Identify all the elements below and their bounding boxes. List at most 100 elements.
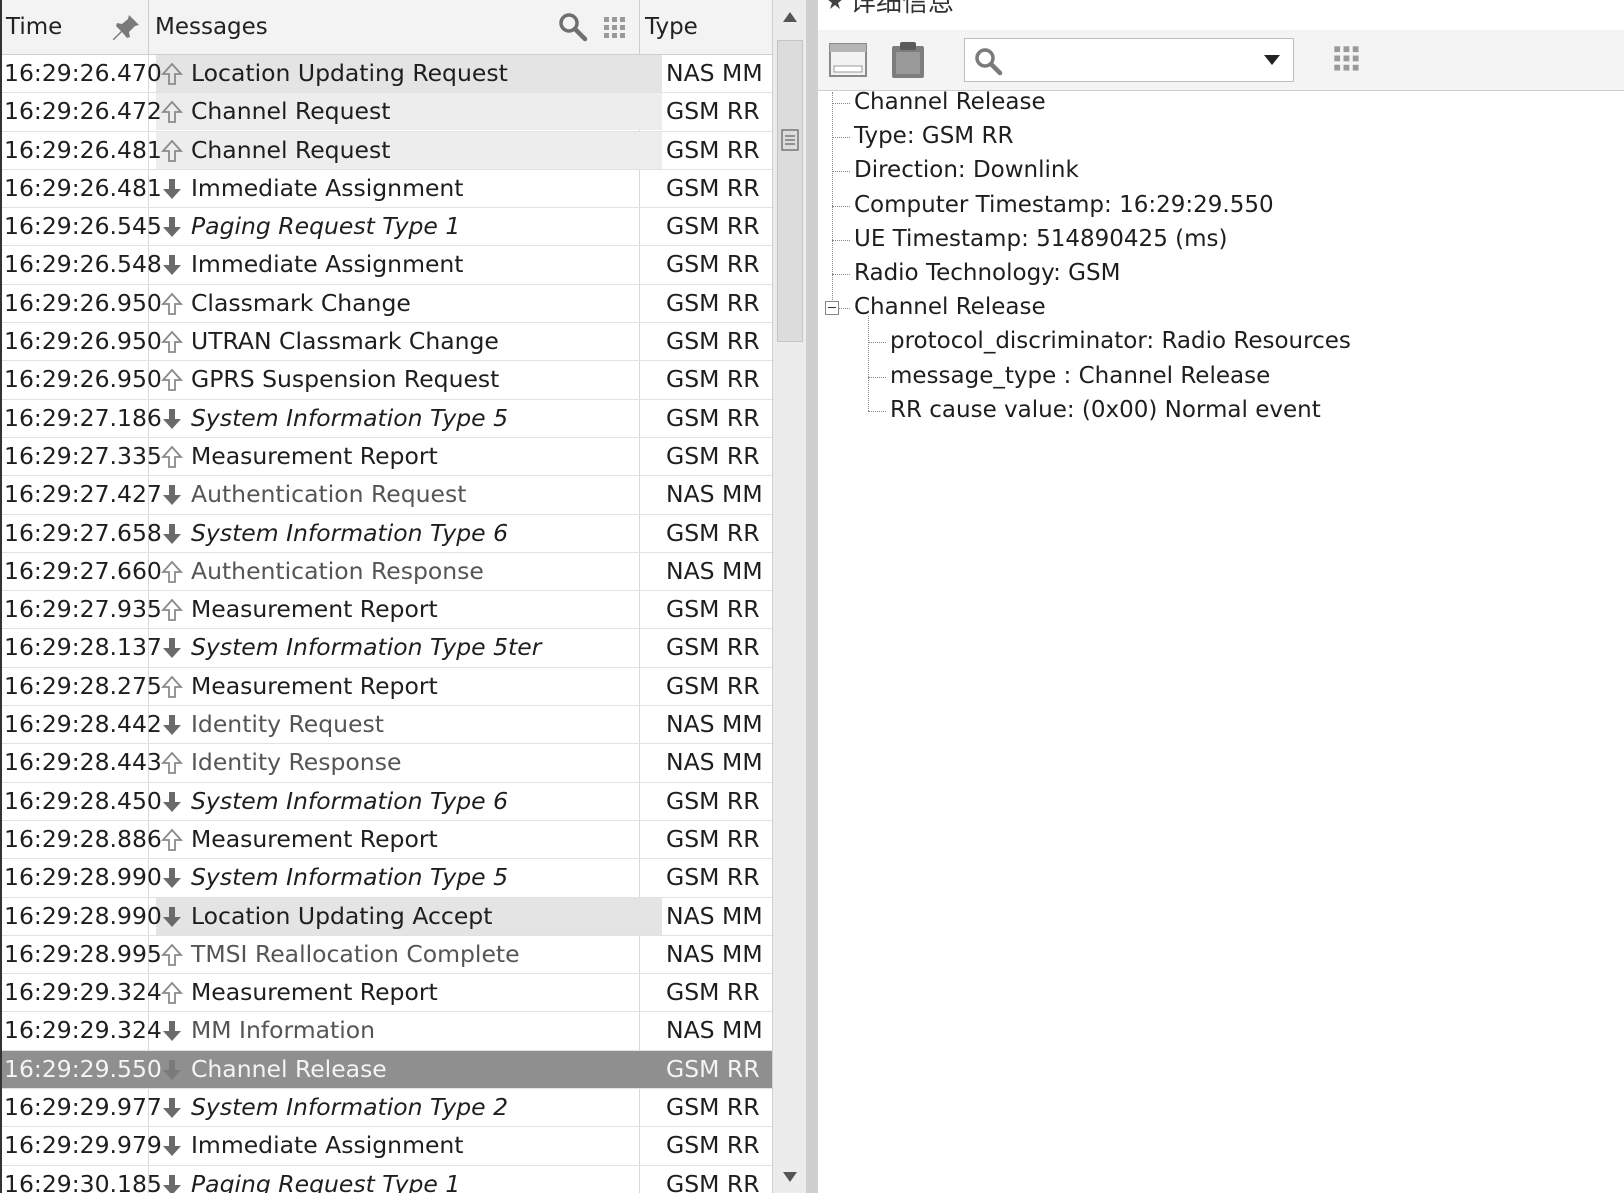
message-row[interactable]: 16:29:29.979 Immediate Assignment GSM RR [2, 1127, 772, 1166]
message-row[interactable]: 16:29:26.950 UTRAN Classmark Change GSM RR [2, 323, 772, 362]
row-message: Immediate Assignment [191, 1131, 464, 1160]
scroll-thumb[interactable] [777, 40, 803, 342]
message-row[interactable]: 16:29:27.186 System Information Type 5 GSM… [2, 400, 772, 438]
log-scrollbar[interactable] [772, 0, 806, 1193]
arrow-down-icon [160, 1096, 184, 1120]
tree-node[interactable]: UE Timestamp: 514890425 (ms) [854, 226, 1227, 252]
detail-search-input[interactable] [1009, 45, 1243, 77]
scroll-down-icon[interactable] [781, 1170, 799, 1184]
row-type: GSM RR [666, 212, 760, 241]
message-row[interactable]: 16:29:28.995 TMSI Reallocation Complete NA… [2, 936, 772, 975]
message-row[interactable]: 16:29:29.324 Measurement Report GSM RR [2, 974, 772, 1013]
message-row[interactable]: 16:29:28.990 System Information Type 5 GSM… [2, 859, 772, 898]
collapse-toggle[interactable] [825, 301, 839, 316]
row-time: 16:29:29.324 [4, 978, 162, 1007]
row-type: GSM RR [666, 441, 760, 470]
row-time: 16:29:27.186 [4, 403, 162, 432]
arrow-down-icon [160, 1058, 184, 1082]
row-type: GSM RR [666, 97, 760, 126]
arrow-down-icon [160, 636, 184, 660]
tree-node[interactable]: Computer Timestamp: 16:29:29.550 [854, 192, 1274, 218]
row-type: GSM RR [666, 786, 760, 815]
message-row[interactable]: 16:29:29.977 System Information Type 2 GSM… [2, 1089, 772, 1128]
arrow-up-icon [160, 62, 184, 86]
row-time: 16:29:26.545 [4, 212, 162, 241]
row-time: 16:29:26.548 [4, 250, 162, 279]
log-header: Time Messages Type [2, 0, 772, 55]
tree-node[interactable]: Type: GSM RR [854, 123, 1013, 149]
row-type: GSM RR [666, 288, 760, 317]
message-row[interactable]: 16:29:28.886 Measurement Report GSM RR [2, 821, 772, 860]
arrow-up-icon [160, 751, 184, 775]
arrow-down-icon [160, 713, 184, 737]
message-row[interactable]: 16:29:26.481 Immediate Assignment GSM RR [2, 170, 772, 209]
row-type: GSM RR [666, 250, 760, 279]
tree-node[interactable]: Channel Release [854, 294, 1046, 320]
message-row[interactable]: 16:29:27.335 Measurement Report GSM RR [2, 438, 772, 477]
column-header-messages[interactable]: Messages [155, 0, 268, 54]
message-row[interactable]: 16:29:26.545 Paging Request Type 1 GSM RR [2, 208, 772, 247]
message-log-panel: Time Messages Type 16:29:26.470 Location … [0, 0, 772, 1193]
message-row[interactable]: 16:29:28.442 Identity Request NAS MM [2, 706, 772, 745]
message-row[interactable]: 16:29:26.481 Channel Request GSM RR [2, 131, 772, 170]
message-row[interactable]: 16:29:28.990 Location Updating Accept NAS … [2, 897, 772, 936]
message-row[interactable]: 16:29:29.324 MM Information NAS MM [2, 1012, 772, 1051]
row-time: 16:29:27.660 [4, 556, 162, 585]
row-type: NAS MM [666, 939, 763, 968]
tree-node[interactable]: message_type : Channel Release [890, 363, 1270, 389]
tree-node[interactable]: Direction: Downlink [854, 157, 1079, 183]
detail-search-box[interactable] [964, 38, 1294, 82]
row-time: 16:29:29.977 [4, 1093, 162, 1122]
column-header-time[interactable]: Time [6, 0, 62, 54]
message-row[interactable]: 16:29:30.185 Paging Request Type 1 GSM RR [2, 1166, 772, 1193]
timestamp-view-icon[interactable] [826, 38, 870, 82]
message-row[interactable]: 16:29:28.450 System Information Type 6 GSM… [2, 783, 772, 821]
grid-icon[interactable] [1332, 44, 1362, 74]
row-message: Measurement Report [191, 441, 438, 470]
scroll-up-icon[interactable] [781, 10, 799, 24]
message-row[interactable]: 16:29:28.443 Identity Response NAS MM [2, 744, 772, 783]
tree-connector [832, 171, 850, 173]
row-message: Location Updating Accept [191, 901, 493, 930]
message-row[interactable]: 16:29:26.472 Channel Request GSM RR [2, 93, 772, 132]
dropdown-arrow-icon[interactable] [1263, 54, 1281, 66]
row-time: 16:29:28.990 [4, 863, 162, 892]
grid-icon[interactable] [602, 15, 628, 41]
row-message: Immediate Assignment [191, 173, 464, 202]
arrow-down-icon [160, 1019, 184, 1043]
clipboard-icon[interactable] [886, 38, 930, 82]
message-row[interactable]: 16:29:28.137 System Information Type 5ter… [2, 629, 772, 668]
arrow-down-icon [160, 866, 184, 890]
tree-node[interactable]: Channel Release [854, 89, 1046, 115]
row-message: Immediate Assignment [191, 250, 464, 279]
tree-node[interactable]: Radio Technology: GSM [854, 260, 1120, 286]
row-message: Paging Request Type 1 [191, 1169, 461, 1193]
row-message: Identity Response [191, 748, 402, 777]
tree-node[interactable]: RR cause value: (0x00) Normal event [890, 397, 1321, 423]
pin-icon[interactable] [110, 12, 142, 44]
star-icon [828, 0, 842, 9]
message-row[interactable]: 16:29:27.660 Authentication Response NAS M… [2, 553, 772, 592]
search-icon[interactable] [558, 12, 588, 42]
tree-connector [832, 92, 833, 301]
arrow-up-icon [160, 828, 184, 852]
grip-icon [781, 129, 799, 151]
message-row[interactable]: 16:29:28.275 Measurement Report GSM RR [2, 668, 772, 707]
row-message: System Information Type 6 [191, 518, 509, 547]
message-row[interactable]: 16:29:27.427 Authentication Request NAS MM [2, 476, 772, 515]
message-row[interactable]: 16:29:29.550 Channel Release GSM RR [2, 1050, 772, 1090]
message-row[interactable]: 16:29:26.548 Immediate Assignment GSM RR [2, 246, 772, 285]
row-message: Measurement Report [191, 824, 438, 853]
column-header-type[interactable]: Type [645, 0, 698, 54]
message-row[interactable]: 16:29:26.950 Classmark Change GSM RR [2, 285, 772, 324]
row-type: GSM RR [666, 173, 760, 202]
tree-node[interactable]: protocol_discriminator: Radio Resources [890, 328, 1351, 354]
row-message: MM Information [191, 1016, 376, 1045]
detail-title-bar: 详细信息 [818, 0, 1624, 18]
message-row[interactable]: 16:29:26.470 Location Updating Request NAS… [2, 55, 772, 94]
message-row[interactable]: 16:29:26.950 GPRS Suspension Request GSM R… [2, 361, 772, 400]
message-row[interactable]: 16:29:27.658 System Information Type 6 GSM… [2, 515, 772, 553]
message-row[interactable]: 16:29:27.935 Measurement Report GSM RR [2, 591, 772, 630]
row-type: GSM RR [666, 671, 760, 700]
tree-connector [832, 103, 850, 104]
